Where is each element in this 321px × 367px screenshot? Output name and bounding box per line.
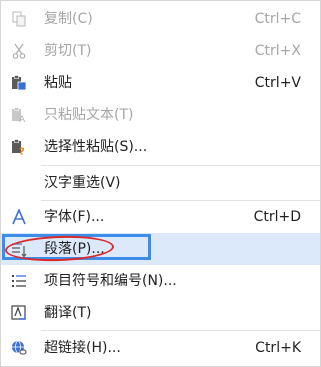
menu-item-label: 剪切(T)	[44, 43, 92, 59]
paragraph-icon	[12, 243, 27, 257]
copy-icon	[12, 11, 26, 27]
shortcut-label: Ctrl+C	[254, 11, 301, 27]
paste-icon	[12, 75, 27, 91]
translate-icon	[11, 305, 26, 320]
menu-item-paragraph[interactable]: 段落(P)...	[1, 233, 320, 265]
menu-item-paste[interactable]: 粘贴 Ctrl+V	[1, 67, 320, 99]
menu-item-label: 项目符号和编号(N)...	[44, 273, 177, 289]
menu-item-bullets-numbering[interactable]: 项目符号和编号(N)...	[1, 265, 320, 297]
menu-item-font[interactable]: 字体(F)... Ctrl+D	[1, 201, 320, 233]
menu-item-hyperlink[interactable]: 超链接(H)... Ctrl+K	[1, 332, 320, 364]
menu-separator	[41, 330, 320, 331]
paste-special-icon: ?	[12, 139, 25, 156]
menu-item-paste-text-only[interactable]: A 只粘贴文本(T)	[1, 99, 320, 131]
paste-text-icon: A	[12, 107, 26, 123]
scissors-icon	[12, 43, 26, 59]
menu-item-cut[interactable]: 剪切(T) Ctrl+X	[1, 35, 320, 67]
menu-item-label: 汉字重选(V)	[44, 175, 121, 191]
shortcut-label: Ctrl+D	[253, 209, 301, 225]
menu-item-label: 翻译(T)	[44, 305, 92, 321]
menu-item-paste-special[interactable]: ? 选择性粘贴(S)...	[1, 131, 320, 163]
menu-item-label: 字体(F)...	[44, 209, 105, 225]
menu-item-label: 复制(C)	[44, 11, 93, 27]
menu-item-label: 超链接(H)...	[44, 340, 121, 356]
menu-item-label: 粘贴	[44, 75, 72, 91]
font-icon	[12, 209, 26, 225]
shortcut-label: Ctrl+X	[254, 43, 301, 59]
menu-item-reselect-hanzi[interactable]: 汉字重选(V)	[1, 167, 320, 199]
menu-separator	[41, 165, 320, 166]
menu-item-copy[interactable]: 复制(C) Ctrl+C	[1, 3, 320, 35]
menu-item-translate[interactable]: 翻译(T)	[1, 297, 320, 329]
list-icon	[12, 275, 26, 287]
svg-text:A: A	[19, 115, 26, 123]
context-menu: 复制(C) Ctrl+C 剪切(T) Ctrl+X 粘贴 Ctrl+V A 只粘…	[0, 0, 321, 367]
shortcut-label: Ctrl+K	[255, 340, 301, 356]
menu-item-label: 段落(P)...	[44, 241, 105, 257]
menu-item-label: 只粘贴文本(T)	[44, 107, 134, 123]
svg-text:?: ?	[19, 147, 25, 156]
shortcut-label: Ctrl+V	[254, 75, 301, 91]
hyperlink-icon	[12, 340, 27, 355]
menu-item-label: 选择性粘贴(S)...	[44, 139, 148, 155]
